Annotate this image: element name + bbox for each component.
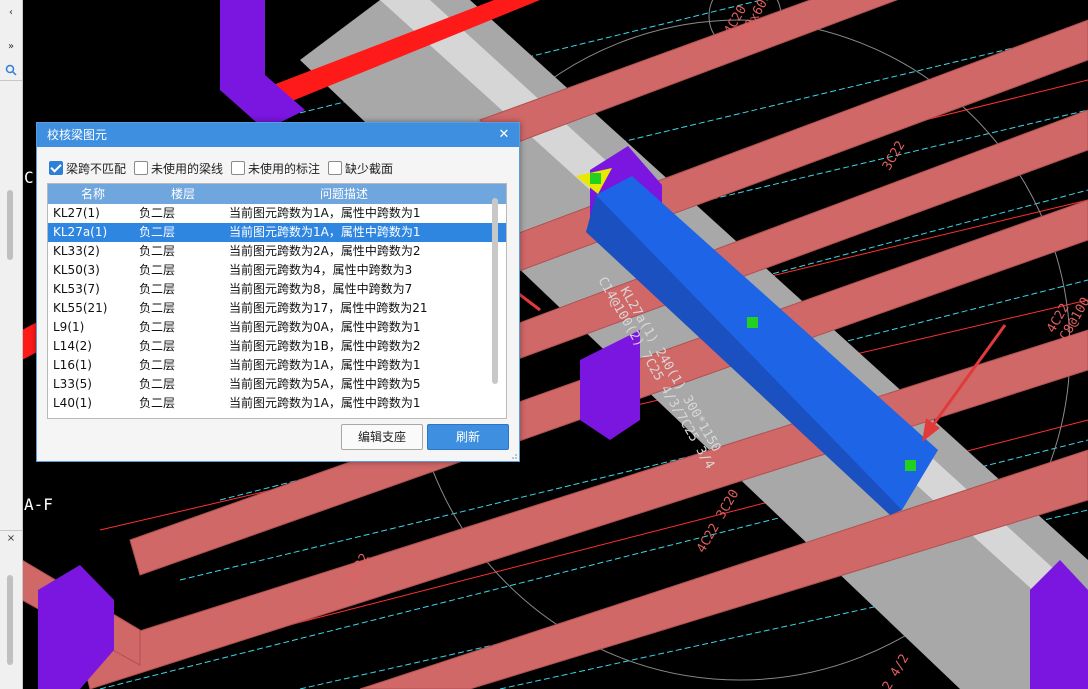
table-row[interactable]: KL50(3) 负二层 当前图元跨数为4，属性中跨数为3 bbox=[48, 261, 506, 280]
table-cell-floor: 负二层 bbox=[139, 320, 176, 334]
column-header-name[interactable]: 名称 bbox=[48, 184, 138, 204]
table-cell-floor: 负二层 bbox=[139, 206, 176, 220]
checkbox-icon[interactable] bbox=[134, 161, 149, 175]
table-scrollbar[interactable] bbox=[492, 198, 498, 384]
table-header: 名称 楼层 问题描述 bbox=[48, 184, 506, 204]
dialog-title-bar[interactable]: 校核梁图元 ✕ bbox=[37, 123, 519, 147]
grip-marker-start[interactable] bbox=[590, 173, 601, 184]
table-cell-desc: 当前图元跨数为1A，属性中跨数为1 bbox=[229, 225, 421, 239]
table-cell-desc: 当前图元跨数为5A，属性中跨数为5 bbox=[229, 377, 421, 391]
filter-label: 未使用的梁线 bbox=[151, 161, 224, 176]
filter-unused-beam-line[interactable]: 未使用的梁线 bbox=[134, 160, 223, 177]
table-cell-floor: 负二层 bbox=[139, 301, 176, 315]
table-cell-name: L16(1) bbox=[53, 358, 92, 372]
close-icon[interactable]: × bbox=[3, 532, 19, 546]
checkbox-icon[interactable] bbox=[231, 161, 246, 175]
table-cell-desc: 当前图元跨数为1A，属性中跨数为1 bbox=[229, 358, 421, 372]
table-row[interactable]: L16(1) 负二层 当前图元跨数为1A，属性中跨数为1 bbox=[48, 356, 506, 375]
table-row[interactable]: L14(2) 负二层 当前图元跨数为1B，属性中跨数为2 bbox=[48, 337, 506, 356]
table-cell-name: KL33(2) bbox=[53, 244, 100, 258]
grip-marker-mid[interactable] bbox=[747, 317, 758, 328]
resize-grip-icon[interactable] bbox=[509, 451, 517, 459]
table-row[interactable]: L33(5) 负二层 当前图元跨数为5A，属性中跨数为5 bbox=[48, 375, 506, 394]
table-cell-desc: 当前图元跨数为8，属性中跨数为7 bbox=[229, 282, 413, 296]
checkbox-checked-icon[interactable] bbox=[49, 161, 63, 175]
checkbox-icon[interactable] bbox=[328, 161, 343, 175]
table-cell-floor: 负二层 bbox=[139, 263, 176, 277]
table-cell-name: L40(1) bbox=[53, 396, 92, 410]
dialog-title: 校核梁图元 bbox=[47, 128, 108, 142]
table-cell-desc: 当前图元跨数为17，属性中跨数为21 bbox=[229, 301, 428, 315]
filter-label: 缺少截面 bbox=[345, 161, 394, 176]
table-cell-name: KL50(3) bbox=[53, 263, 100, 277]
table-cell-name: KL27(1) bbox=[53, 206, 100, 220]
table-cell-floor: 负二层 bbox=[139, 244, 176, 258]
cad-axis-label-af: A-F bbox=[24, 495, 53, 514]
table-cell-floor: 负二层 bbox=[139, 339, 176, 353]
grip-marker-end[interactable] bbox=[905, 460, 916, 471]
sidebar-scrollbar[interactable] bbox=[7, 190, 13, 260]
close-icon[interactable]: ✕ bbox=[495, 123, 513, 147]
table-body: KL27(1) 负二层 当前图元跨数为1A，属性中跨数为1 KL27a(1) 负二层 当前… bbox=[48, 204, 506, 413]
filter-unused-annotation[interactable]: 未使用的标注 bbox=[231, 160, 320, 177]
column-header-floor[interactable]: 楼层 bbox=[138, 184, 228, 204]
sidebar-scrollbar-lower[interactable] bbox=[7, 575, 13, 665]
filter-span-mismatch[interactable]: 梁跨不匹配 bbox=[49, 160, 126, 177]
search-icon[interactable] bbox=[3, 64, 19, 78]
left-side-panel: ‹ » × bbox=[0, 0, 23, 689]
cad-axis-label-c: C bbox=[24, 168, 34, 187]
table-cell-desc: 当前图元跨数为4，属性中跨数为3 bbox=[229, 263, 413, 277]
table-cell-floor: 负二层 bbox=[139, 377, 176, 391]
table-cell-floor: 负二层 bbox=[139, 358, 176, 372]
table-row[interactable]: KL27(1) 负二层 当前图元跨数为1A，属性中跨数为1 bbox=[48, 204, 506, 223]
table-row[interactable]: KL55(21) 负二层 当前图元跨数为17，属性中跨数为21 bbox=[48, 299, 506, 318]
table-cell-name: L14(2) bbox=[53, 339, 92, 353]
filter-label: 梁跨不匹配 bbox=[66, 161, 127, 176]
table-cell-name: KL55(21) bbox=[53, 301, 108, 315]
table-cell-desc: 当前图元跨数为1A，属性中跨数为1 bbox=[229, 206, 421, 220]
double-chevron-right-icon[interactable]: » bbox=[3, 40, 19, 54]
table-cell-desc: 当前图元跨数为2A，属性中跨数为2 bbox=[229, 244, 421, 258]
refresh-button[interactable]: 刷新 bbox=[427, 424, 509, 450]
column-header-description[interactable]: 问题描述 bbox=[228, 184, 460, 204]
table-cell-desc: 当前图元跨数为1B，属性中跨数为2 bbox=[229, 339, 421, 353]
edit-support-button[interactable]: 编辑支座 bbox=[341, 424, 423, 450]
table-cell-name: L9(1) bbox=[53, 320, 85, 334]
table-row[interactable]: KL27a(1) 负二层 当前图元跨数为1A，属性中跨数为1 bbox=[48, 223, 506, 242]
table-row[interactable]: KL53(7) 负二层 当前图元跨数为8，属性中跨数为7 bbox=[48, 280, 506, 299]
table-cell-name: L33(5) bbox=[53, 377, 92, 391]
table-cell-desc: 当前图元跨数为0A，属性中跨数为1 bbox=[229, 320, 421, 334]
table-cell-floor: 负二层 bbox=[139, 282, 176, 296]
table-cell-name: KL53(7) bbox=[53, 282, 100, 296]
table-cell-desc: 当前图元跨数为1A，属性中跨数为1 bbox=[229, 396, 421, 410]
table-row[interactable]: L40(1) 负二层 当前图元跨数为1A，属性中跨数为1 bbox=[48, 394, 506, 413]
issue-table: 名称 楼层 问题描述 KL27(1) 负二层 当前图元跨数为1A，属性中跨数为1 KL… bbox=[47, 183, 507, 419]
check-beam-dialog: 校核梁图元 ✕ 梁跨不匹配 未使用的梁线 未使用的标注 缺少截面 名称 楼层 问… bbox=[36, 122, 520, 462]
collapse-arrow-icon[interactable]: ‹ bbox=[3, 6, 19, 20]
filter-label: 未使用的标注 bbox=[248, 161, 321, 176]
table-cell-name: KL27a(1) bbox=[53, 225, 108, 239]
filter-missing-section[interactable]: 缺少截面 bbox=[328, 160, 393, 177]
filter-checkboxes: 梁跨不匹配 未使用的梁线 未使用的标注 缺少截面 bbox=[49, 159, 401, 177]
table-row[interactable]: KL33(2) 负二层 当前图元跨数为2A，属性中跨数为2 bbox=[48, 242, 506, 261]
table-cell-floor: 负二层 bbox=[139, 225, 176, 239]
table-row[interactable]: L9(1) 负二层 当前图元跨数为0A，属性中跨数为1 bbox=[48, 318, 506, 337]
table-cell-floor: 负二层 bbox=[139, 396, 176, 410]
